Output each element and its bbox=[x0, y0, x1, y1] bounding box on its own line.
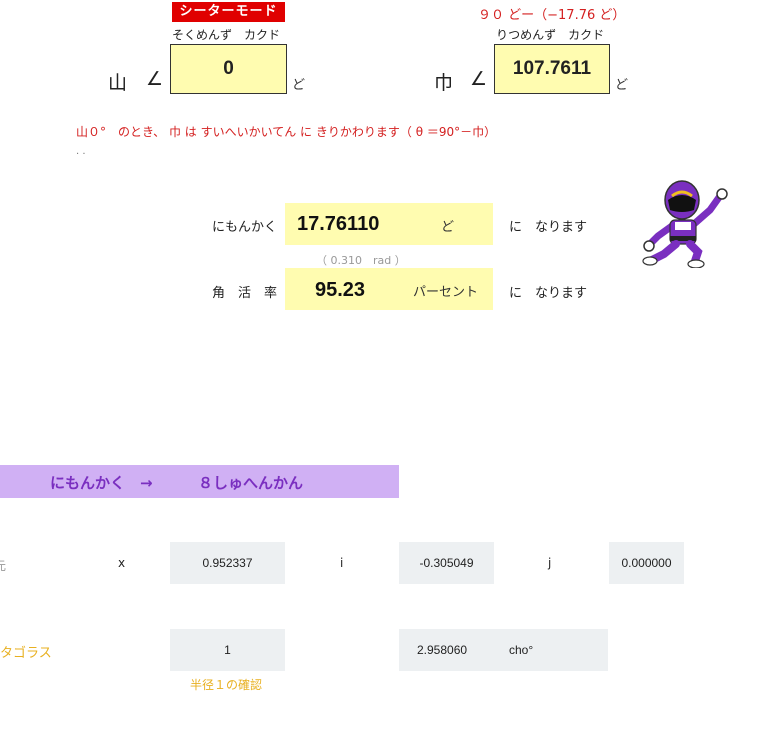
pythagoras-second-cell: 2.958060 cho° bbox=[399, 629, 608, 671]
pythagoras-value2: 2.958060 bbox=[417, 643, 468, 657]
mode-switch-note: 山０° のとき、 巾 は すいへいかいてん に きりかわります（ θ ＝90°－… bbox=[76, 125, 497, 139]
degree-unit-left: ど bbox=[292, 78, 306, 93]
vector-row-prefix: 元 bbox=[0, 559, 7, 573]
slope-unit: パーセント bbox=[413, 285, 479, 300]
j-value-cell: 0.000000 bbox=[609, 542, 684, 584]
conversion-banner: にもんかく → ８しゅへんかん bbox=[0, 465, 399, 498]
yama-angle-input[interactable]: 0 bbox=[170, 44, 287, 94]
mode-badge: シーターモード bbox=[172, 2, 285, 22]
pythagoras-label: タゴラス bbox=[0, 646, 52, 661]
pythagoras-value-cell: 1 bbox=[170, 629, 285, 671]
radius-check-note: 半径１の確認 bbox=[190, 678, 263, 692]
i-value-cell: -0.305049 bbox=[399, 542, 494, 584]
note-dots: . . bbox=[76, 146, 86, 157]
dihedral-unit: ど bbox=[441, 220, 455, 235]
banner-left-text: にもんかく → bbox=[50, 474, 153, 492]
right-column-label: りつめんず カクド bbox=[496, 28, 605, 42]
x-label: x bbox=[118, 556, 126, 570]
slope-value: 95.23 bbox=[315, 279, 366, 301]
i-label: i bbox=[340, 556, 344, 570]
angle-symbol-right: ∠ bbox=[470, 68, 488, 90]
pythagoras-unit2: cho° bbox=[509, 643, 534, 657]
left-column-label: そくめんず カクド bbox=[172, 28, 281, 42]
dihedral-result-box: 17.76110 ど bbox=[285, 203, 493, 245]
banner-right-text: ８しゅへんかん bbox=[198, 474, 304, 492]
degree-unit-right: ど bbox=[615, 78, 629, 93]
haba-label: 巾 bbox=[434, 72, 454, 94]
dihedral-suffix: に なります bbox=[509, 220, 588, 235]
slope-result-box: 95.23 パーセント bbox=[285, 268, 493, 310]
dihedral-label: にもんかく bbox=[212, 220, 278, 235]
slope-suffix: に なります bbox=[509, 286, 588, 301]
j-label: j bbox=[548, 556, 552, 570]
haba-angle-input[interactable]: 107.7611 bbox=[494, 44, 610, 94]
angle-symbol-left: ∠ bbox=[146, 68, 164, 90]
slope-label: 角 活 率 bbox=[212, 286, 278, 301]
dihedral-value: 17.76110 bbox=[297, 213, 380, 235]
x-value-cell: 0.952337 bbox=[170, 542, 285, 584]
right-angle-note: ９０ どー（−17.76 ど） bbox=[478, 8, 626, 23]
yama-label: 山 bbox=[108, 72, 128, 94]
purple-ranger-icon bbox=[642, 180, 734, 269]
radian-note: （ 0.310 rad ） bbox=[316, 254, 406, 267]
